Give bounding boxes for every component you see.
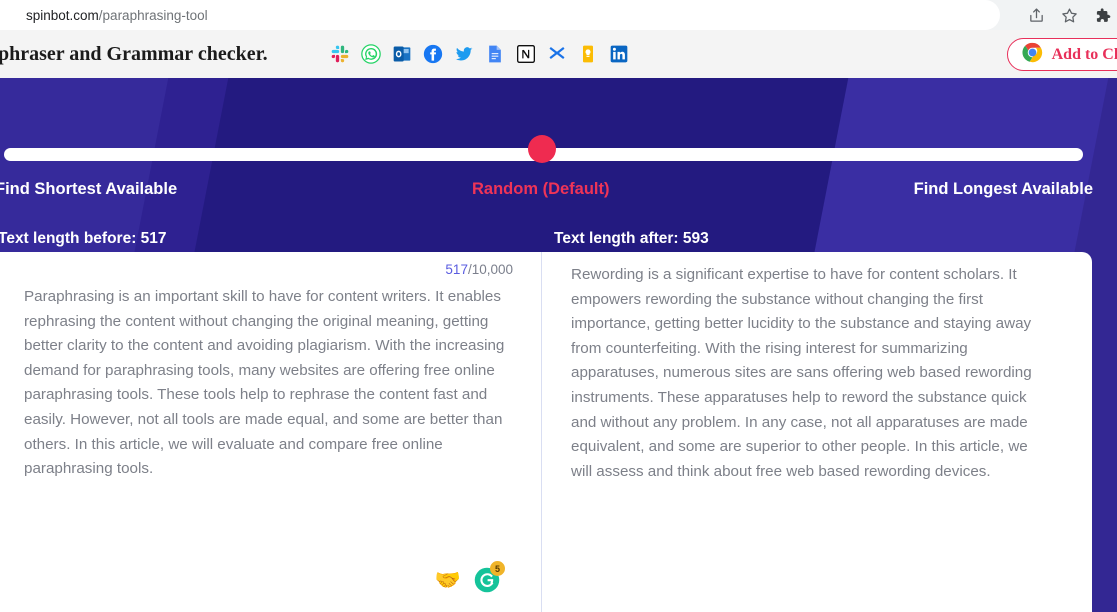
slack-icon[interactable] xyxy=(330,44,350,64)
site-header: phraser and Grammar checker. Add to C xyxy=(0,30,1117,78)
character-counter-total: /10,000 xyxy=(467,262,513,277)
chrome-icon xyxy=(1022,42,1043,68)
bookmark-star-icon[interactable] xyxy=(1061,7,1078,24)
text-length-after: Text length after: 593 xyxy=(554,230,709,247)
input-textarea[interactable]: Paraphrasing is an important skill to ha… xyxy=(24,285,524,482)
grammarly-badge-count: 5 xyxy=(490,561,505,576)
character-counter: 517/10,000 xyxy=(445,262,513,277)
output-text: Rewording is a significant expertise to … xyxy=(571,266,1032,480)
character-counter-used: 517 xyxy=(445,262,468,277)
slider-thumb[interactable] xyxy=(528,135,556,163)
url-host: spinbot.com xyxy=(26,7,99,23)
facebook-icon[interactable] xyxy=(423,44,443,64)
editor-badges: 🤝 5 xyxy=(435,561,505,594)
slider-label-longest[interactable]: Find Longest Available xyxy=(914,180,1093,199)
google-keep-icon[interactable] xyxy=(578,44,598,64)
twitter-icon[interactable] xyxy=(454,44,474,64)
input-pane: 517/10,000 Paraphrasing is an important … xyxy=(0,252,541,612)
add-to-chrome-label: Add to Chrome xyxy=(1051,45,1117,63)
x-cross-icon[interactable] xyxy=(547,44,567,64)
share-app-icons xyxy=(330,44,629,64)
extensions-puzzle-icon[interactable] xyxy=(1094,7,1111,24)
output-pane: Rewording is a significant expertise to … xyxy=(541,252,1092,612)
slider-label-random[interactable]: Random (Default) xyxy=(472,180,610,199)
outlook-icon[interactable] xyxy=(392,44,412,64)
whatsapp-icon[interactable] xyxy=(360,44,381,64)
url-path: /paraphrasing-tool xyxy=(98,7,208,23)
editor-card: 517/10,000 Paraphrasing is an important … xyxy=(0,252,1092,612)
google-docs-icon[interactable] xyxy=(485,44,505,64)
grammarly-icon[interactable]: 5 xyxy=(473,561,505,594)
slider-label-shortest[interactable]: Find Shortest Available xyxy=(0,180,177,199)
url-text: spinbot.com/paraphrasing-tool xyxy=(26,8,208,23)
share-icon[interactable] xyxy=(1028,7,1045,24)
linkedin-icon[interactable] xyxy=(609,44,629,64)
omnibox-actions xyxy=(1028,0,1111,30)
paraphrasing-tool-page: Find Shortest Available Random (Default)… xyxy=(0,78,1117,612)
text-length-before: Text length before: 517 xyxy=(0,230,167,247)
add-to-chrome-button[interactable]: Add to Chrome xyxy=(1006,38,1117,71)
notion-icon[interactable] xyxy=(516,44,536,64)
browser-toolbar: spinbot.com/paraphrasing-tool xyxy=(0,0,1117,30)
handshake-icon[interactable]: 🤝 xyxy=(435,570,461,591)
address-bar[interactable]: spinbot.com/paraphrasing-tool xyxy=(0,0,1000,30)
site-tagline: phraser and Grammar checker. xyxy=(0,42,268,65)
